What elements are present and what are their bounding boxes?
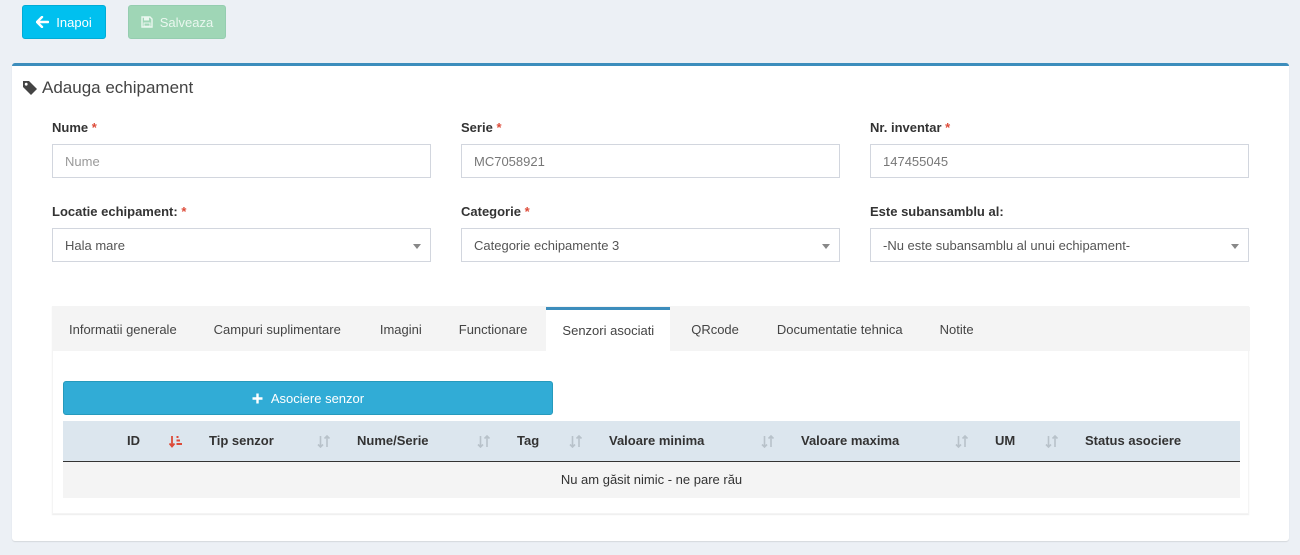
caret-down-icon bbox=[413, 244, 421, 249]
subansamblu-value: -Nu este subansamblu al unui echipament- bbox=[883, 237, 1131, 253]
sort-icon[interactable] bbox=[477, 435, 491, 448]
tab-documentatie-tehnica[interactable]: Documentatie tehnica bbox=[758, 307, 922, 351]
serie-value: MC7058921 bbox=[474, 153, 545, 169]
associate-sensor-button[interactable]: Asociere senzor bbox=[63, 381, 553, 415]
categorie-value: Categorie echipamente 3 bbox=[474, 237, 620, 253]
locatie-label-text: Locatie echipament: bbox=[52, 204, 178, 219]
inventar-label-text: Nr. inventar bbox=[870, 120, 942, 135]
serie-label: Serie * bbox=[461, 120, 502, 135]
column-header-valoare-minima[interactable]: Valoare minima bbox=[609, 421, 704, 461]
floppy-disk-icon bbox=[141, 16, 153, 28]
categorie-label: Categorie * bbox=[461, 204, 530, 219]
arrow-left-icon bbox=[36, 16, 50, 28]
tab-qrcode[interactable]: QRcode bbox=[670, 307, 758, 351]
tab-campuri-suplimentare[interactable]: Campuri suplimentare bbox=[193, 307, 362, 351]
back-button-label: Inapoi bbox=[56, 14, 92, 30]
associate-sensor-label: Asociere senzor bbox=[270, 390, 365, 406]
column-header-id[interactable]: ID bbox=[127, 421, 140, 461]
column-header-tip-senzor[interactable]: Tip senzor bbox=[209, 421, 274, 461]
locatie-select[interactable]: Hala mare bbox=[52, 228, 431, 262]
nume-placeholder: Nume bbox=[65, 153, 100, 169]
tab-functionare[interactable]: Functionare bbox=[440, 307, 547, 351]
caret-down-icon bbox=[1231, 244, 1239, 249]
serie-input[interactable]: MC7058921 bbox=[461, 144, 840, 178]
locatie-value: Hala mare bbox=[65, 237, 125, 253]
box-title: Adauga echipament bbox=[22, 78, 193, 98]
inventar-label: Nr. inventar * bbox=[870, 120, 950, 135]
column-header-nume-serie[interactable]: Nume/Serie bbox=[357, 421, 429, 461]
column-header-valoare-maxima[interactable]: Valoare maxima bbox=[801, 421, 899, 461]
tabs-container: Informatii generale Campuri suplimentare… bbox=[52, 306, 1250, 514]
required-marker: * bbox=[496, 120, 502, 135]
sort-icon[interactable] bbox=[569, 435, 583, 448]
sort-icon[interactable] bbox=[317, 435, 331, 448]
categorie-label-text: Categorie bbox=[461, 204, 521, 219]
required-marker: * bbox=[945, 120, 951, 135]
plus-icon bbox=[252, 393, 263, 403]
sort-desc-icon[interactable] bbox=[169, 435, 183, 448]
table-header: ID Tip senzor Nume/Serie Tag Valoare min… bbox=[63, 421, 1240, 462]
save-button-label: Salveaza bbox=[159, 14, 214, 30]
back-button[interactable]: Inapoi bbox=[22, 5, 106, 39]
empty-table-row: Nu am găsit nimic - ne pare rău bbox=[63, 462, 1240, 498]
nume-input[interactable]: Nume bbox=[52, 144, 431, 178]
serie-label-text: Serie bbox=[461, 120, 493, 135]
locatie-label: Locatie echipament: * bbox=[52, 204, 186, 219]
column-header-tag[interactable]: Tag bbox=[517, 421, 539, 461]
tabs-bar: Informatii generale Campuri suplimentare… bbox=[53, 307, 1250, 351]
categorie-select[interactable]: Categorie echipamente 3 bbox=[461, 228, 840, 262]
nume-label-text: Nume bbox=[52, 120, 89, 135]
page-title: Adauga echipament bbox=[42, 78, 194, 97]
subansamblu-select[interactable]: -Nu este subansamblu al unui echipament- bbox=[870, 228, 1249, 262]
tab-informatii-generale[interactable]: Informatii generale bbox=[53, 307, 193, 351]
required-marker: * bbox=[91, 120, 97, 135]
tag-icon bbox=[23, 81, 37, 95]
column-header-um[interactable]: UM bbox=[995, 421, 1015, 461]
subansamblu-label: Este subansamblu al: bbox=[870, 204, 1004, 219]
save-button[interactable]: Salveaza bbox=[128, 5, 226, 39]
caret-down-icon bbox=[822, 244, 830, 249]
tab-notite[interactable]: Notite bbox=[922, 307, 992, 351]
tab-imagini[interactable]: Imagini bbox=[362, 307, 440, 351]
column-header-status-asociere[interactable]: Status asociere bbox=[1085, 421, 1181, 461]
sort-icon[interactable] bbox=[1045, 435, 1059, 448]
required-marker: * bbox=[524, 204, 530, 219]
sensors-table: ID Tip senzor Nume/Serie Tag Valoare min… bbox=[63, 421, 1240, 498]
sort-icon[interactable] bbox=[955, 435, 969, 448]
sort-icon[interactable] bbox=[761, 435, 775, 448]
required-marker: * bbox=[181, 204, 187, 219]
inventar-input[interactable]: 147455045 bbox=[870, 144, 1249, 178]
subansamblu-label-text: Este subansamblu al: bbox=[870, 204, 1004, 219]
inventar-value: 147455045 bbox=[883, 153, 949, 169]
nume-label: Nume * bbox=[52, 120, 97, 135]
equipment-form-box: Adauga echipament Nume * Nume Serie * MC… bbox=[12, 63, 1289, 541]
tab-senzori-asociati[interactable]: Senzori asociati bbox=[546, 307, 671, 351]
